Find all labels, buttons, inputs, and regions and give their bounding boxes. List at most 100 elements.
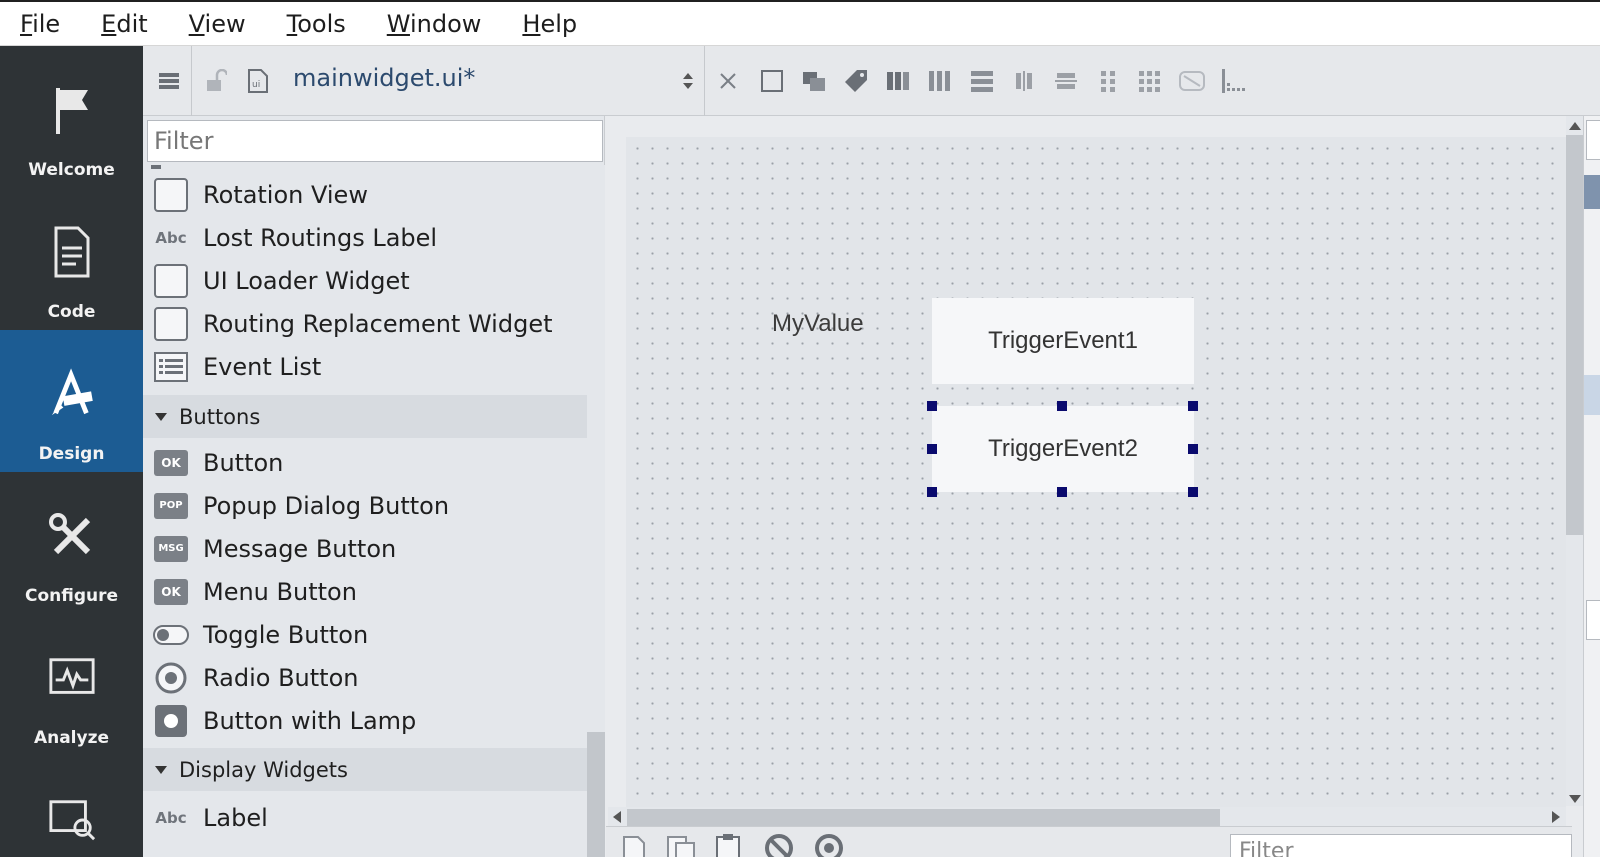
menu-edit[interactable]: Edit: [93, 10, 155, 38]
resize-handle-ne[interactable]: [1188, 401, 1198, 411]
widget-item-popup-dialog-button[interactable]: POP Popup Dialog Button: [143, 484, 587, 527]
widget-item-toggle-button[interactable]: Toggle Button: [143, 613, 587, 656]
resize-handle-w[interactable]: [927, 444, 937, 454]
resize-handle-n[interactable]: [1057, 401, 1067, 411]
expand-triangle-icon: [155, 412, 167, 421]
ok-button-icon: OK: [153, 574, 189, 610]
edit-tab-order-button[interactable]: [883, 46, 913, 116]
close-document-button[interactable]: [713, 46, 743, 116]
radio-icon: [153, 660, 189, 696]
layout-grid-button[interactable]: [1135, 46, 1165, 116]
canvas-vertical-scrollbar-thumb[interactable]: [1566, 135, 1583, 535]
layout-vertical-icon: [971, 71, 993, 92]
object-inspector-header: [1584, 175, 1600, 209]
widget-item-rotation-view[interactable]: Rotation View: [143, 173, 587, 216]
widget-box-icon: [153, 263, 189, 299]
document-title[interactable]: mainwidget.ui*: [293, 64, 475, 92]
resize-handle-sw[interactable]: [927, 487, 937, 497]
widget-list-scrollbar-thumb[interactable]: [587, 732, 605, 857]
edit-signals-slots-button[interactable]: [799, 46, 829, 116]
abc-icon-text: Abc: [155, 808, 187, 827]
scroll-right-arrow-icon[interactable]: [1552, 811, 1560, 823]
form-label-myvalue[interactable]: MyValue: [772, 310, 864, 338]
category-buttons[interactable]: Buttons: [143, 395, 587, 438]
widget-item-message-button[interactable]: MSG Message Button: [143, 527, 587, 570]
menu-window-mnemonic: W: [386, 9, 410, 38]
canvas-horizontal-scrollbar-thumb[interactable]: [627, 809, 1220, 826]
chart-monitor-icon: [48, 648, 96, 708]
mode-code[interactable]: Code: [0, 188, 143, 330]
msg-button-icon: MSG: [153, 531, 189, 567]
edit-widgets-button[interactable]: [757, 46, 787, 116]
scroll-down-arrow-icon[interactable]: [1569, 795, 1581, 803]
vsplitter-icon: [1055, 73, 1077, 89]
object-inspector-selected-row[interactable]: [1584, 375, 1600, 415]
resize-handle-se[interactable]: [1188, 487, 1198, 497]
widget-item-button[interactable]: OK Button: [143, 441, 587, 484]
property-editor-filter[interactable]: [1586, 600, 1600, 640]
hsplitter-icon: [1016, 71, 1032, 91]
scroll-up-arrow-icon[interactable]: [1569, 122, 1581, 130]
toggle-sidebar-button[interactable]: [151, 46, 187, 116]
resize-handle-s[interactable]: [1057, 487, 1067, 497]
menu-window-label: indow: [409, 9, 482, 38]
widget-item-lost-routings-label[interactable]: Abc Lost Routings Label: [143, 216, 587, 259]
adjust-size-button[interactable]: [1219, 46, 1249, 116]
paste-icon[interactable]: [714, 833, 744, 857]
menu-help-label: elp: [540, 9, 578, 38]
edit-buddies-button[interactable]: [841, 46, 871, 116]
copy-icon[interactable]: [666, 835, 696, 857]
forbidden-icon[interactable]: [764, 833, 794, 857]
menu-file-label: ile: [32, 9, 61, 38]
widget-item-routing-replacement-widget[interactable]: Routing Replacement Widget: [143, 302, 587, 345]
widget-item-menu-button[interactable]: OK Menu Button: [143, 570, 587, 613]
break-layout-button[interactable]: [1177, 46, 1207, 116]
menu-view[interactable]: View: [181, 10, 254, 38]
layout-vertical-button[interactable]: [967, 46, 997, 116]
resize-handle-nw[interactable]: [927, 401, 937, 411]
menu-file-mnemonic: F: [20, 9, 33, 38]
new-action-icon[interactable]: [620, 835, 648, 857]
flag-icon: [48, 80, 96, 140]
mode-configure[interactable]: Configure: [0, 472, 143, 614]
object-inspector-filter[interactable]: [1586, 120, 1600, 160]
menu-file[interactable]: File: [12, 10, 68, 38]
form-button-trigger-event-1[interactable]: TriggerEvent1: [932, 298, 1194, 384]
layout-hsplitter-button[interactable]: [1009, 46, 1039, 116]
abc-label-icon: Abc: [153, 800, 189, 836]
tag-icon: [845, 70, 867, 92]
form-button-trigger-event-2[interactable]: TriggerEvent2: [932, 406, 1194, 492]
layout-form-button[interactable]: [1093, 46, 1123, 116]
list-icon: [153, 349, 189, 385]
widget-item-label: Message Button: [203, 534, 397, 563]
widget-item-button-with-lamp[interactable]: Button with Lamp: [143, 699, 587, 742]
document-icon: [48, 222, 96, 282]
mode-analyze[interactable]: Analyze: [0, 614, 143, 756]
menu-bar: File Edit View Tools Window Help: [0, 0, 1600, 46]
layout-vsplitter-button[interactable]: [1051, 46, 1081, 116]
mode-debug[interactable]: [0, 756, 143, 857]
action-filter-input[interactable]: [1230, 834, 1572, 857]
lock-button[interactable]: [201, 46, 231, 116]
menu-help[interactable]: Help: [514, 10, 585, 38]
mode-design[interactable]: Design: [0, 330, 143, 472]
ui-file-button[interactable]: ui: [243, 46, 273, 116]
resize-handle-e[interactable]: [1188, 444, 1198, 454]
widget-item-ui-loader-widget[interactable]: UI Loader Widget: [143, 259, 587, 302]
menu-window[interactable]: Window: [379, 10, 490, 38]
adjust-size-icon: [1222, 69, 1245, 93]
document-switcher-arrows[interactable]: [678, 46, 698, 116]
mode-welcome[interactable]: Welcome: [0, 46, 143, 188]
widget-item-label[interactable]: Abc Label: [143, 796, 587, 839]
scroll-left-arrow-icon[interactable]: [613, 811, 621, 823]
category-display-widgets[interactable]: Display Widgets: [143, 748, 587, 791]
svg-text:ui: ui: [252, 80, 260, 90]
widget-item-event-list[interactable]: Event List: [143, 345, 587, 388]
settings-gear-icon[interactable]: [814, 833, 844, 857]
menu-tools[interactable]: Tools: [279, 10, 354, 38]
menu-tools-label: ools: [297, 9, 346, 38]
widget-item-radio-button[interactable]: Radio Button: [143, 656, 587, 699]
widget-filter-input[interactable]: [147, 120, 603, 162]
close-icon: [720, 73, 736, 89]
layout-horizontal-button[interactable]: [925, 46, 955, 116]
